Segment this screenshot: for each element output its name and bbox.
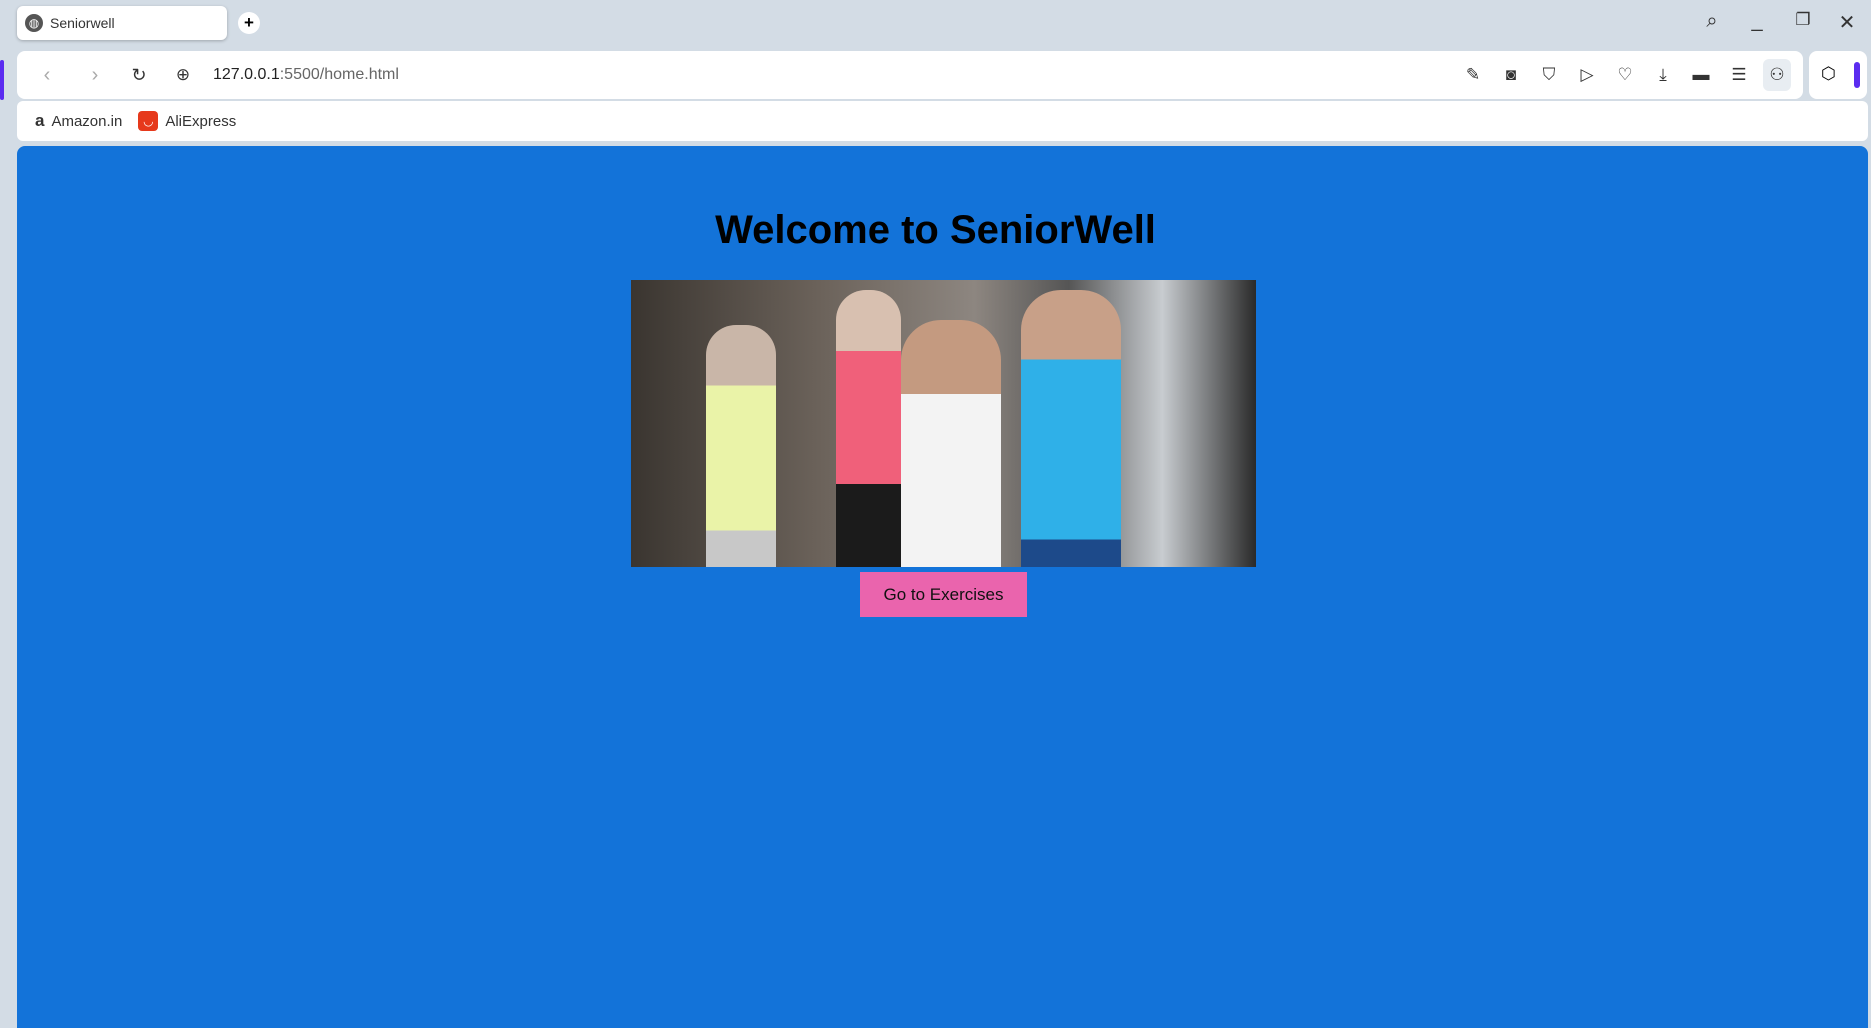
forward-button[interactable]: ›	[75, 64, 115, 87]
globe-icon: ◍	[25, 14, 43, 32]
bookmark-aliexpress[interactable]: ◡ AliExpress	[138, 111, 236, 131]
send-icon[interactable]: ▷	[1573, 59, 1601, 91]
extensions-area: ⬡	[1809, 51, 1867, 99]
camera-icon[interactable]: ◙	[1497, 59, 1525, 91]
settings-sliders-icon[interactable]: ☰	[1725, 59, 1753, 91]
shield-icon[interactable]: ⛉	[1535, 59, 1563, 91]
edit-icon[interactable]: ✎	[1459, 59, 1487, 91]
profile-icon[interactable]: ⚇	[1763, 59, 1791, 91]
address-bar[interactable]: ‹ › ↻ ⊕ 127.0.0.1:5500/home.html ✎ ◙ ⛉ ▷…	[17, 51, 1803, 99]
bookmarks-bar: a Amazon.in ◡ AliExpress	[17, 101, 1868, 141]
person-figure	[1021, 290, 1121, 567]
close-window-button[interactable]: ✕	[1832, 10, 1862, 35]
heart-icon[interactable]: ♡	[1611, 59, 1639, 91]
back-button[interactable]: ‹	[27, 64, 67, 87]
search-tabs-icon[interactable]: ⌕	[1697, 10, 1727, 33]
person-figure	[836, 290, 901, 567]
person-figure	[901, 320, 1001, 567]
reload-button[interactable]: ↻	[119, 65, 159, 86]
site-info-icon[interactable]: ⊕	[163, 65, 203, 85]
aliexpress-icon: ◡	[138, 111, 159, 131]
bookmark-label: AliExpress	[165, 112, 237, 130]
bookmark-amazon[interactable]: a Amazon.in	[35, 111, 122, 131]
person-figure	[706, 325, 776, 567]
sidebar-indicator	[0, 60, 4, 100]
go-to-exercises-button[interactable]: Go to Exercises	[860, 572, 1027, 617]
page-title: Welcome to SeniorWell	[715, 208, 1156, 252]
amazon-icon: a	[35, 111, 45, 130]
battery-icon[interactable]: ▬	[1687, 59, 1715, 91]
browser-tab[interactable]: ◍ Seniorwell	[17, 6, 227, 40]
sidebar-toggle[interactable]	[1854, 62, 1860, 88]
restore-button[interactable]: ❐	[1788, 10, 1818, 30]
minimize-button[interactable]: _	[1742, 10, 1772, 33]
url-text[interactable]: 127.0.0.1:5500/home.html	[213, 66, 399, 84]
cube-icon[interactable]: ⬡	[1821, 64, 1836, 84]
tab-title: Seniorwell	[50, 15, 115, 31]
download-icon[interactable]: ⤓	[1649, 59, 1677, 91]
new-tab-button[interactable]: +	[238, 12, 260, 34]
hero-image	[631, 280, 1256, 567]
bookmark-label: Amazon.in	[51, 112, 123, 130]
